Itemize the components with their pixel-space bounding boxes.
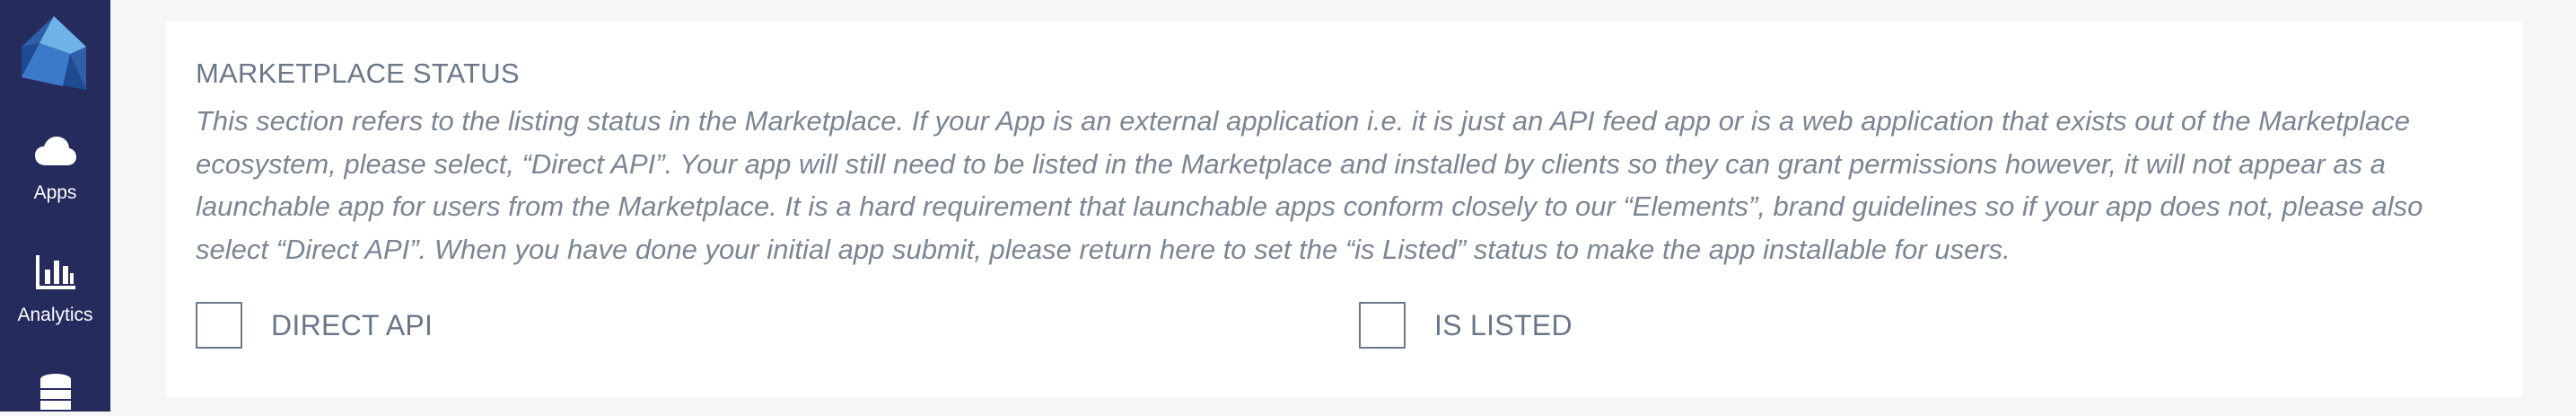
sidebar-item-label: Apps <box>33 182 77 203</box>
database-icon <box>39 374 72 416</box>
sidebar-item-data[interactable] <box>0 374 110 416</box>
marketplace-status-card: MARKETPLACE STATUS This section refers t… <box>166 22 2522 397</box>
is-listed-label: IS LISTED <box>1434 308 1573 341</box>
bar-chart-icon <box>35 255 75 294</box>
direct-api-checkbox[interactable] <box>196 302 242 349</box>
section-description: This section refers to the listing statu… <box>196 105 2423 265</box>
sidebar-item-apps[interactable]: Apps <box>0 137 110 204</box>
direct-api-option[interactable]: DIRECT API <box>196 302 433 349</box>
sidebar: Apps Analytics <box>0 0 110 412</box>
is-listed-checkbox[interactable] <box>1359 302 1406 349</box>
app-logo-icon[interactable] <box>22 16 86 90</box>
is-listed-option[interactable]: IS LISTED <box>1359 302 1573 349</box>
cloud-icon <box>34 137 76 172</box>
direct-api-label: DIRECT API <box>271 308 434 341</box>
sidebar-item-analytics[interactable]: Analytics <box>0 255 110 326</box>
sidebar-item-label: Analytics <box>17 305 93 325</box>
section-title: MARKETPLACE STATUS <box>196 58 520 89</box>
